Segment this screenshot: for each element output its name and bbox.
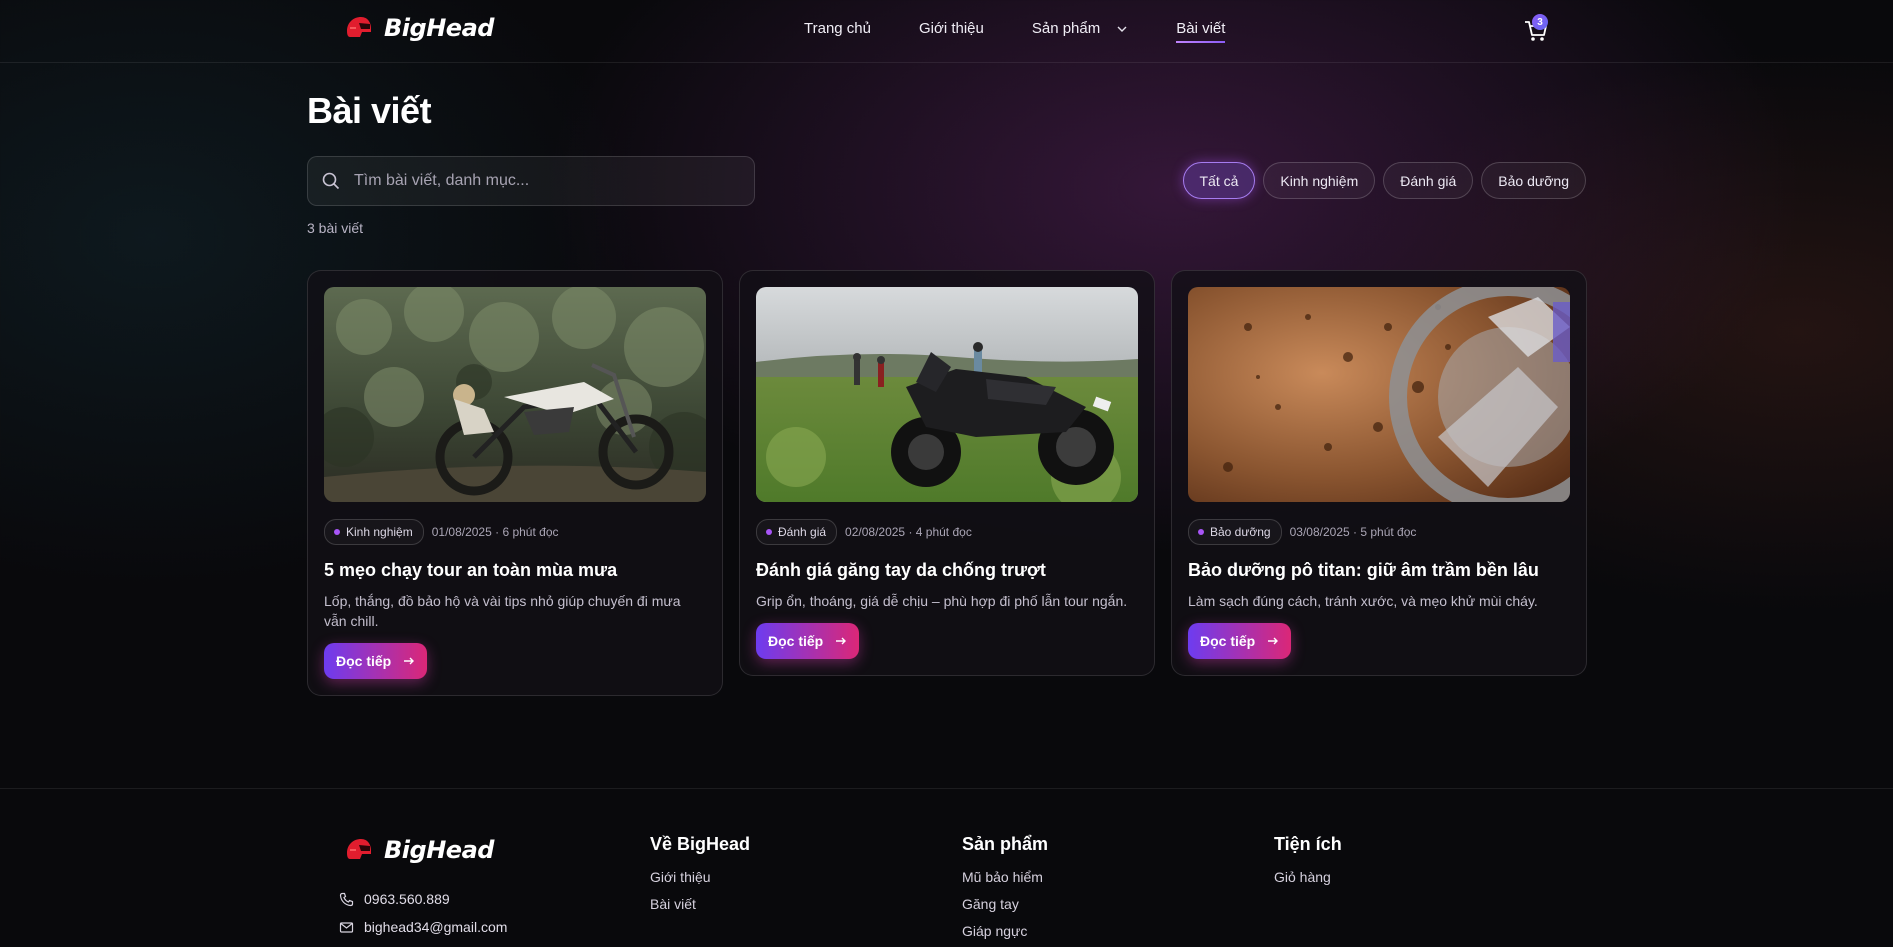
page-title: Bài viết: [307, 90, 432, 131]
mail-icon: [339, 921, 354, 933]
helmet-icon: [347, 839, 371, 859]
article-date: 02/08/2025 · 4 phút đọc: [845, 525, 972, 539]
footer-brand-logo[interactable]: BigHead: [344, 836, 494, 864]
read-more-button[interactable]: Đọc tiếp: [1188, 623, 1292, 659]
search-icon: [322, 172, 340, 190]
article-excerpt: Lốp, thắng, đồ bảo hộ và vài tips nhỏ gi…: [324, 593, 681, 629]
article-date: 03/08/2025 · 5 phút đọc: [1289, 525, 1417, 539]
footer-link[interactable]: Găng tay: [962, 896, 1048, 912]
tag-label: Kinh nghiệm: [346, 525, 413, 539]
footer-col-title: Tiện ích: [1274, 834, 1342, 854]
arrow-right-icon: [836, 637, 847, 645]
site-header: BigHead Trang chủ Giới thiệu Sản phẩm Bà…: [0, 0, 1893, 63]
filter-experience[interactable]: Kinh nghiệm: [1263, 162, 1376, 199]
article-image[interactable]: [1188, 287, 1570, 502]
filter-maintenance[interactable]: Bảo dưỡng: [1481, 162, 1586, 199]
tag-label: Đánh giá: [778, 525, 827, 539]
arrow-right-icon: [1268, 637, 1279, 645]
brand-logo[interactable]: BigHead: [344, 14, 494, 42]
footer-col-utilities: Tiện ích Giỏ hàng: [1274, 834, 1342, 896]
article-title[interactable]: 5 mẹo chạy tour an toàn mùa mưa: [324, 560, 706, 581]
footer-col-title: Sản phẩm: [962, 834, 1049, 854]
dirt-bike-forest-image: [324, 287, 706, 502]
phone-number: 0963.560.889: [364, 891, 450, 907]
footer-link[interactable]: Bài viết: [650, 896, 750, 912]
article-excerpt: Grip ổn, thoáng, giá dễ chịu – phù hợp đ…: [756, 593, 1128, 609]
category-filters: Tất cả Kinh nghiệm Đánh giá Bảo dưỡng: [1182, 162, 1586, 199]
search-input[interactable]: [354, 172, 734, 190]
nav-home-label: Trang chủ: [804, 20, 871, 37]
footer-col-products: Sản phẩm Mũ bảo hiểm Găng tay Giáp ngực: [962, 834, 1048, 947]
email-address: bighead34@gmail.com: [364, 919, 508, 935]
nav-about-label: Giới thiệu: [918, 20, 984, 37]
footer-col-title: Về BigHead: [650, 834, 751, 854]
footer-link[interactable]: Mũ bảo hiểm: [962, 869, 1048, 885]
motorcycle-hill-image: [756, 287, 1138, 502]
helmet-icon: [347, 17, 371, 37]
footer-link[interactable]: Giỏ hàng: [1274, 869, 1342, 885]
brand-name: BigHead: [384, 14, 494, 42]
article-card: Kinh nghiệm 01/08/2025 · 6 phút đọc 5 mẹ…: [307, 270, 723, 696]
read-more-label: Đọc tiếp: [336, 653, 392, 669]
read-more-label: Đọc tiếp: [768, 633, 824, 649]
article-excerpt: Làm sạch đúng cách, tránh xước, và mẹo k…: [1188, 593, 1538, 609]
article-title[interactable]: Đánh giá găng tay da chống trượt: [756, 560, 1138, 581]
footer-link[interactable]: Giới thiệu: [650, 869, 750, 885]
read-more-button[interactable]: Đọc tiếp: [756, 623, 860, 659]
article-meta: Bảo dưỡng 03/08/2025 · 5 phút đọc: [1188, 519, 1570, 545]
nav-articles[interactable]: Bài viết: [1176, 20, 1226, 43]
footer-link[interactable]: Giáp ngực: [962, 923, 1048, 939]
category-tag[interactable]: Bảo dưỡng: [1188, 519, 1282, 545]
cart-count-badge: 3: [1532, 14, 1548, 30]
nav-about[interactable]: Giới thiệu: [919, 20, 984, 41]
article-count: 3 bài viết: [307, 220, 364, 236]
filter-all[interactable]: Tất cả: [1182, 162, 1256, 199]
nav-home[interactable]: Trang chủ: [804, 20, 871, 41]
article-card: Đánh giá 02/08/2025 · 4 phút đọc Đánh gi…: [739, 270, 1155, 676]
search-box: [307, 156, 755, 206]
nav-products-label: Sản phẩm: [1031, 20, 1101, 37]
filter-review[interactable]: Đánh giá: [1383, 162, 1474, 199]
article-image[interactable]: [324, 287, 706, 502]
article-meta: Kinh nghiệm 01/08/2025 · 6 phút đọc: [324, 519, 706, 545]
nav-products[interactable]: Sản phẩm: [1032, 20, 1128, 41]
read-more-button[interactable]: Đọc tiếp: [324, 643, 428, 679]
footer-phone[interactable]: 0963.560.889: [339, 891, 450, 907]
article-card: Bảo dưỡng 03/08/2025 · 5 phút đọc Bảo dư…: [1171, 270, 1587, 676]
category-tag[interactable]: Đánh giá: [756, 519, 838, 545]
article-date: 01/08/2025 · 6 phút đọc: [431, 525, 559, 539]
tag-label: Bảo dưỡng: [1210, 525, 1271, 539]
arrow-right-icon: [404, 657, 415, 665]
category-tag[interactable]: Kinh nghiệm: [324, 519, 424, 545]
read-more-label: Đọc tiếp: [1200, 633, 1256, 649]
nav-articles-label: Bài viết: [1176, 20, 1226, 37]
site-footer: BigHead 0963.560.889 bighead34@gmail.com…: [0, 788, 1893, 947]
tag-dot-icon: [334, 529, 340, 535]
tag-dot-icon: [766, 529, 772, 535]
tag-dot-icon: [1198, 529, 1204, 535]
article-meta: Đánh giá 02/08/2025 · 4 phút đọc: [756, 519, 1138, 545]
footer-col-about: Về BigHead Giới thiệu Bài viết: [650, 834, 750, 923]
article-image[interactable]: [756, 287, 1138, 502]
main-nav: Trang chủ Giới thiệu Sản phẩm Bài viết: [804, 20, 1273, 43]
dirt-spray-wheel-image: [1188, 287, 1570, 502]
phone-icon: [339, 892, 354, 906]
footer-brand-name: BigHead: [384, 836, 494, 864]
footer-email[interactable]: bighead34@gmail.com: [339, 919, 507, 935]
article-title[interactable]: Bảo dưỡng pô titan: giữ âm trầm bền lâu: [1188, 560, 1570, 581]
chevron-down-icon: [1117, 26, 1127, 32]
